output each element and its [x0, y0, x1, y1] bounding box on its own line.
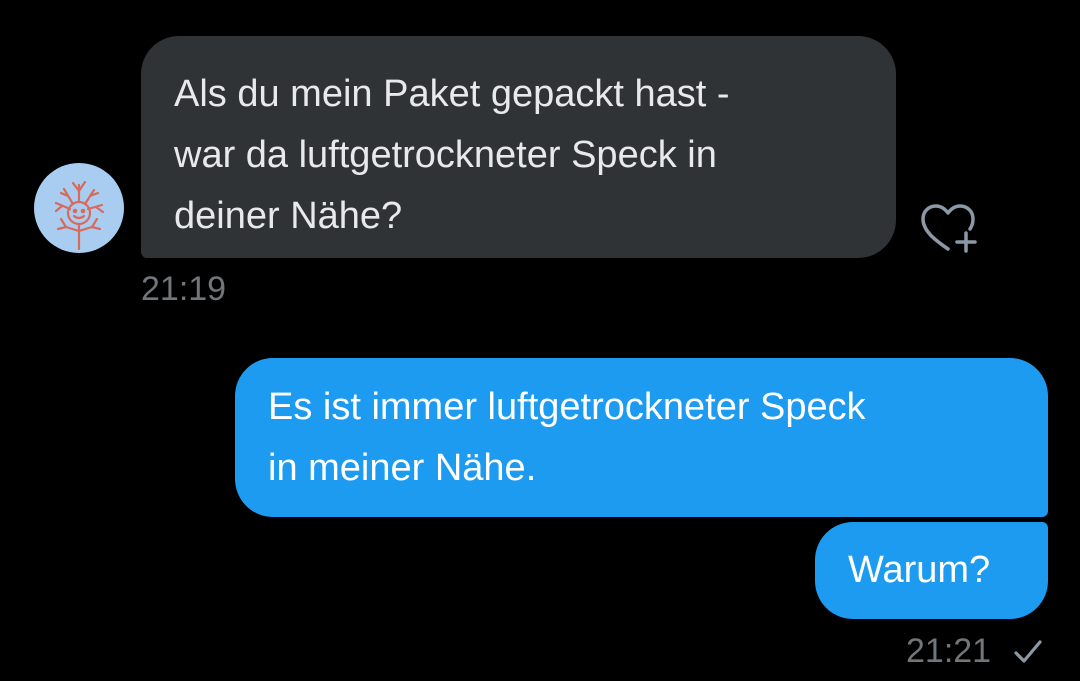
sender-avatar[interactable] [34, 163, 124, 253]
doodle-avatar-icon [54, 180, 105, 251]
checkmark-icon [1010, 636, 1046, 668]
outgoing-message-bubble[interactable]: Warum? [815, 522, 1048, 619]
outgoing-message-bubble[interactable]: Es ist immer luftgetrockneter Speck in m… [235, 358, 1048, 517]
outgoing-timestamp: 21:21 [906, 632, 992, 670]
incoming-message-bubble[interactable]: Als du mein Paket gepackt hast - war da … [141, 36, 896, 258]
add-reaction-heart-icon[interactable] [917, 200, 979, 256]
incoming-timestamp: 21:19 [141, 270, 227, 308]
